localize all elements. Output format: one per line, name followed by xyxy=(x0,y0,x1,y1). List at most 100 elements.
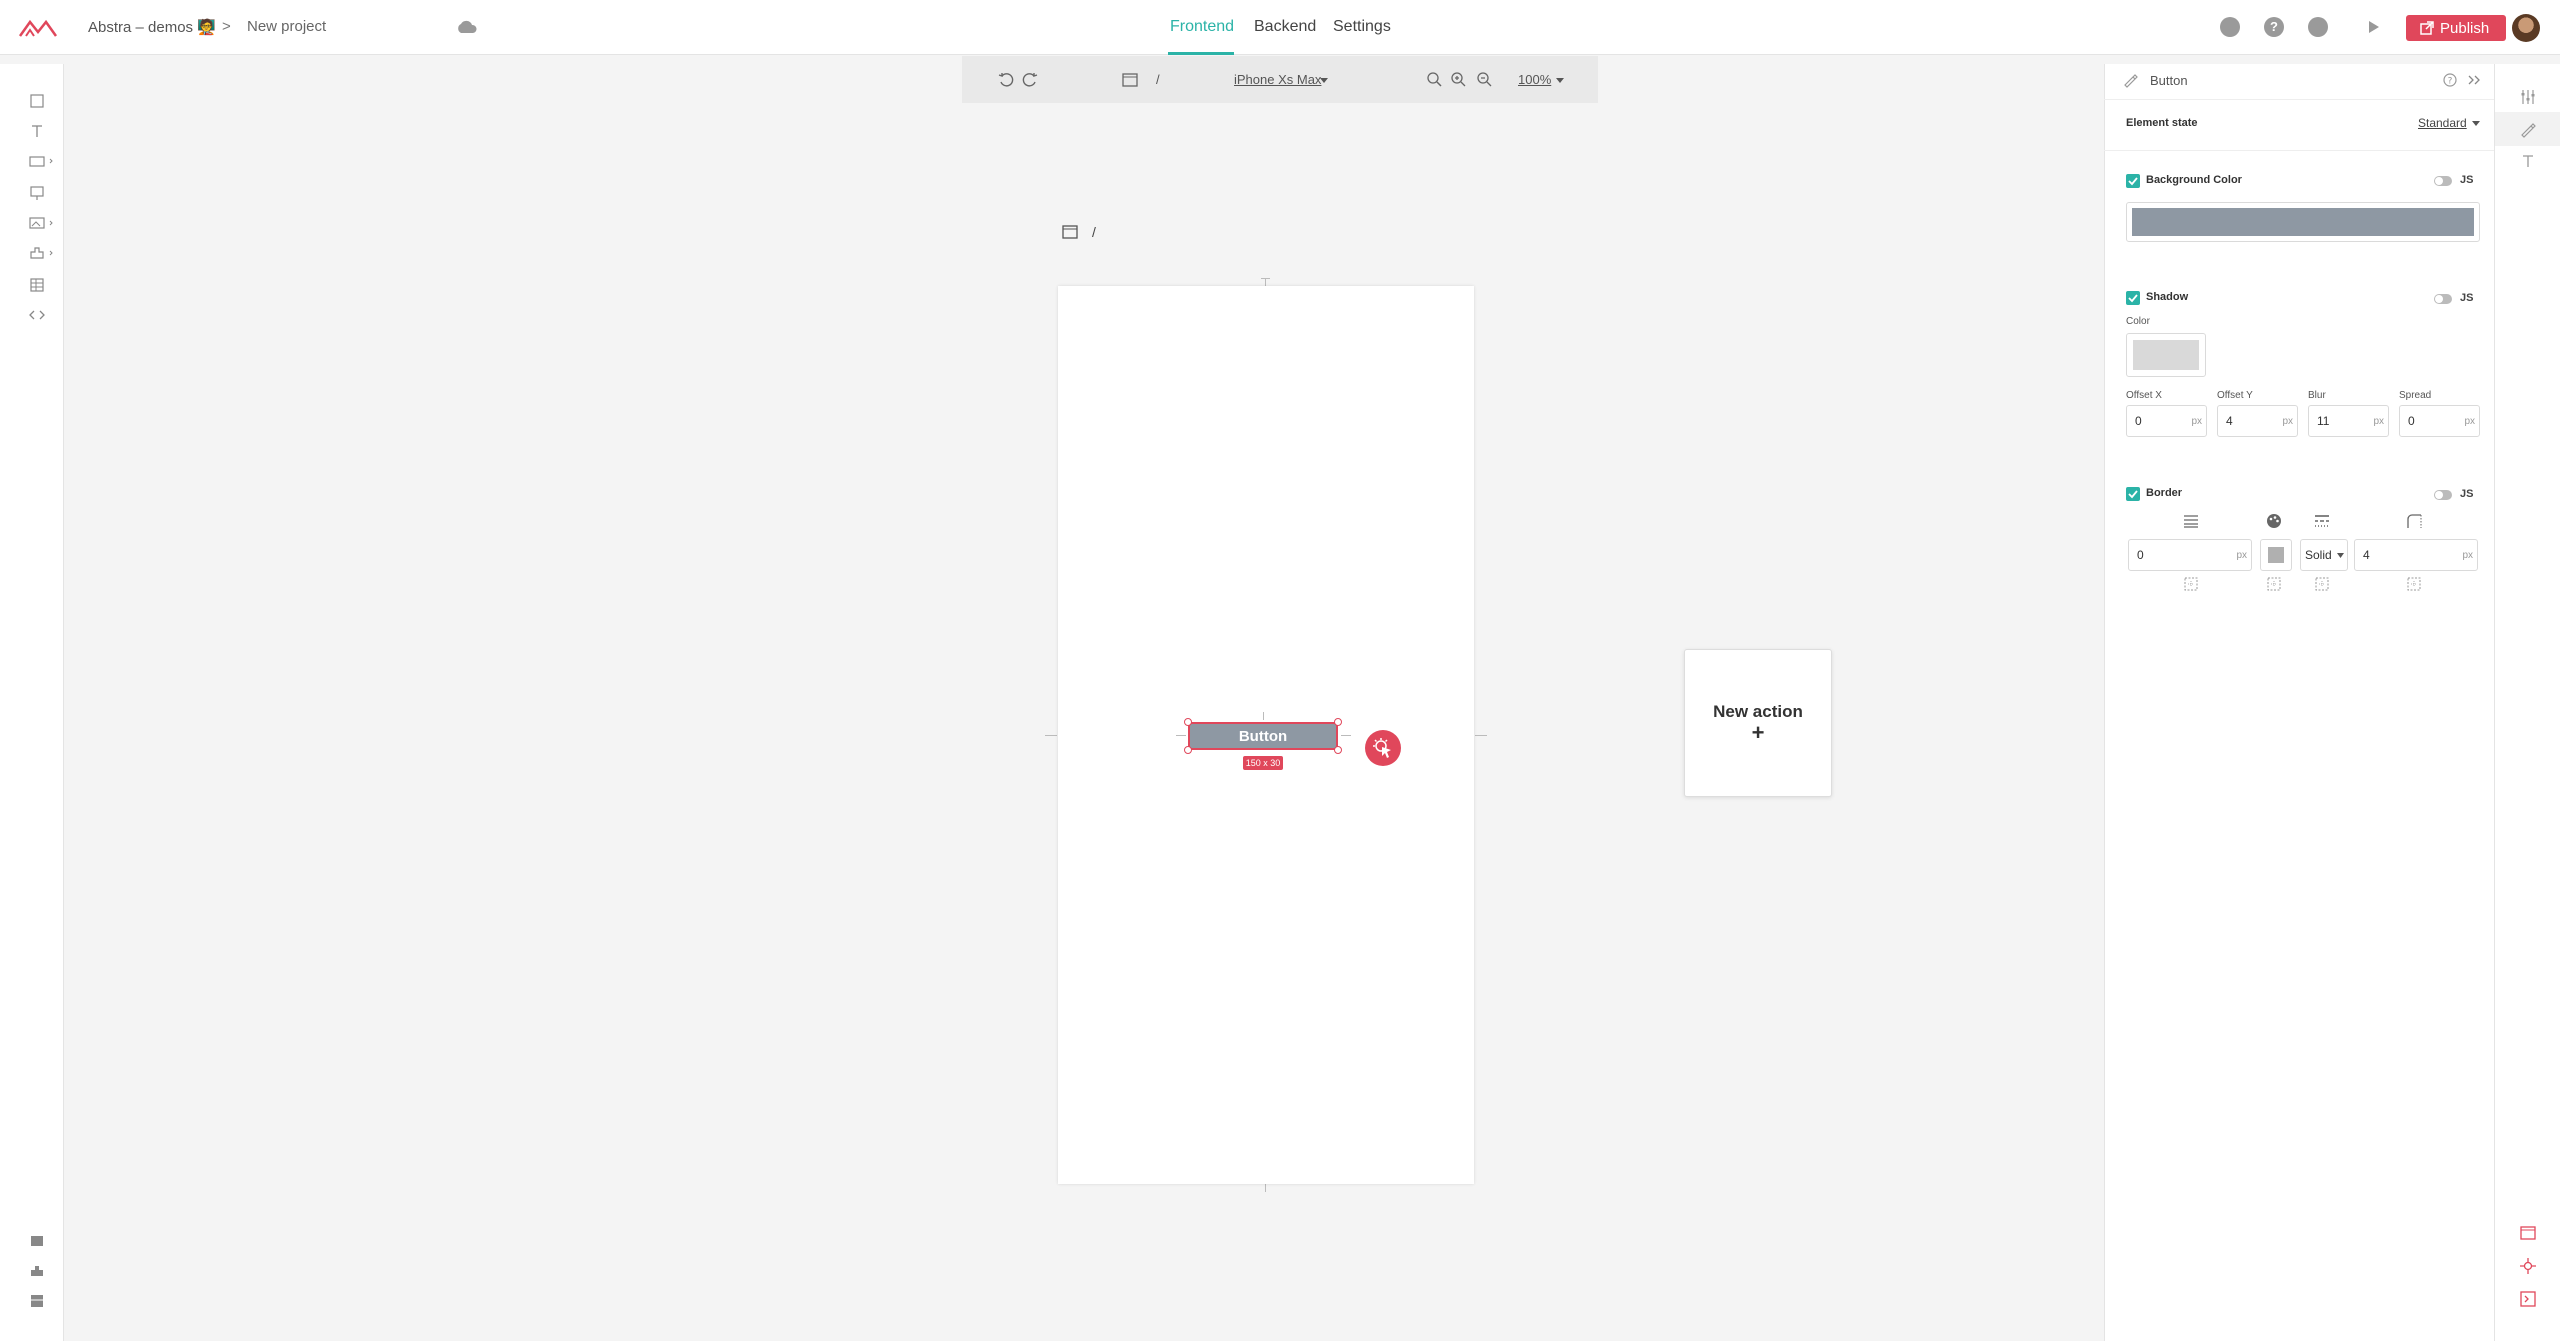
resize-handle-tr[interactable] xyxy=(1334,718,1342,726)
plugins-icon[interactable] xyxy=(28,244,56,262)
left-toolbar xyxy=(0,64,64,1341)
stop-icon[interactable] xyxy=(2220,17,2240,37)
shadow-js-label: JS xyxy=(2460,292,2474,304)
shadow-checkbox[interactable] xyxy=(2126,291,2140,305)
style-brush-icon[interactable] xyxy=(2519,120,2537,138)
play-icon[interactable] xyxy=(2368,20,2380,34)
background-color-picker[interactable] xyxy=(2126,202,2480,242)
collapse-panel-icon[interactable] xyxy=(2466,72,2482,88)
guide-top xyxy=(1265,278,1266,286)
page-path[interactable]: / xyxy=(1156,72,1160,87)
frame-icon xyxy=(1062,225,1078,239)
border-radius-input[interactable]: 4 px xyxy=(2354,539,2478,571)
border-checkbox[interactable] xyxy=(2126,487,2140,501)
blur-input[interactable]: 11 px xyxy=(2308,405,2389,437)
border-color-sides-icon[interactable] xyxy=(2266,576,2282,592)
border-style-sides-icon[interactable] xyxy=(2314,576,2330,592)
check-icon xyxy=(2128,490,2138,499)
tab-backend[interactable]: Backend xyxy=(1254,18,1316,36)
spread-value: 0 xyxy=(2408,414,2415,428)
guide-left xyxy=(1045,735,1057,736)
selected-button[interactable]: Button xyxy=(1188,722,1338,750)
shadow-label: Shadow xyxy=(2146,291,2189,303)
shadow-color-picker[interactable] xyxy=(2126,333,2206,377)
add-action-button[interactable] xyxy=(1365,730,1401,766)
guide-top-cap xyxy=(1261,278,1270,279)
publish-button[interactable]: Publish xyxy=(2406,15,2506,41)
chevron-down-icon[interactable] xyxy=(2472,121,2480,126)
shadow-js-toggle[interactable] xyxy=(2434,294,2452,304)
move-crosshair-icon[interactable] xyxy=(2519,1257,2537,1275)
border-sides-icon[interactable] xyxy=(2183,576,2199,592)
border-js-label: JS xyxy=(2460,488,2474,500)
page-name[interactable]: New project xyxy=(247,18,326,35)
border-style-select[interactable]: Solid xyxy=(2300,539,2348,571)
preview-icon[interactable] xyxy=(2308,17,2328,37)
input-icon[interactable] xyxy=(28,152,56,170)
typography-icon[interactable] xyxy=(2519,152,2537,170)
canvas-toolbar: / iPhone Xs Max 100% xyxy=(962,56,1598,103)
background-color-checkbox[interactable] xyxy=(2126,174,2140,188)
background-js-toggle[interactable] xyxy=(2434,176,2452,186)
frame-breadcrumb: / xyxy=(1062,224,1096,240)
frame-outline-icon[interactable] xyxy=(2519,1224,2537,1242)
help-circle-icon[interactable]: ? xyxy=(2442,72,2458,88)
pointer-click-icon xyxy=(1373,738,1391,758)
blur-value: 11 xyxy=(2317,414,2330,428)
device-select[interactable]: iPhone Xs Max xyxy=(1234,72,1321,87)
offset-x-unit: px xyxy=(2191,416,2202,427)
element-state-select[interactable]: Standard xyxy=(2418,116,2467,130)
zoom-dropdown-icon[interactable] xyxy=(1556,78,1564,83)
panel-header-divider xyxy=(2104,99,2494,100)
border-color-picker[interactable] xyxy=(2260,539,2292,571)
display-icon[interactable] xyxy=(28,184,46,202)
border-js-toggle[interactable] xyxy=(2434,490,2452,500)
tab-frontend[interactable]: Frontend xyxy=(1170,18,1234,36)
pages-icon[interactable] xyxy=(28,1232,46,1250)
border-style-icon xyxy=(2315,515,2329,527)
project-name[interactable]: Abstra – demos 🧑‍🏫 xyxy=(88,18,216,36)
zoom-fit-icon[interactable] xyxy=(1426,71,1442,87)
blur-label: Blur xyxy=(2308,390,2326,401)
device-dropdown-icon[interactable] xyxy=(1320,78,1328,83)
components-icon[interactable] xyxy=(28,1262,46,1280)
offset-y-input[interactable]: 4 px xyxy=(2217,405,2298,437)
shadow-color-swatch xyxy=(2133,340,2199,370)
zoom-in-icon[interactable] xyxy=(1450,71,1466,87)
button-guide-right xyxy=(1341,735,1351,736)
page-frame-icon[interactable] xyxy=(1122,72,1138,88)
border-radius-corners-icon[interactable] xyxy=(2406,576,2422,592)
cloud-sync-icon xyxy=(458,20,477,33)
user-avatar[interactable] xyxy=(2512,14,2540,42)
spread-input[interactable]: 0 px xyxy=(2399,405,2480,437)
redo-icon[interactable] xyxy=(1022,72,1038,88)
zoom-out-icon[interactable] xyxy=(1476,71,1492,87)
panel-title: Button xyxy=(2150,73,2188,88)
offset-x-input[interactable]: 0 px xyxy=(2126,405,2207,437)
image-icon[interactable] xyxy=(28,214,56,232)
resize-handle-tl[interactable] xyxy=(1184,718,1192,726)
console-icon[interactable] xyxy=(2519,1290,2537,1308)
help-icon[interactable]: ? xyxy=(2264,17,2284,37)
properties-panel xyxy=(2104,64,2494,1341)
resize-handle-br[interactable] xyxy=(1334,746,1342,754)
code-icon[interactable] xyxy=(28,306,46,324)
top-header: Abstra – demos 🧑‍🏫 > New project Fronten… xyxy=(0,0,2560,55)
tab-active-indicator xyxy=(1168,52,1234,55)
resize-handle-bl[interactable] xyxy=(1184,746,1192,754)
layers-icon[interactable] xyxy=(28,1292,46,1310)
container-icon[interactable] xyxy=(28,92,46,110)
table-icon[interactable] xyxy=(28,276,46,294)
border-color-swatch xyxy=(2268,547,2284,563)
palette-icon xyxy=(2267,514,2281,528)
text-icon[interactable] xyxy=(28,122,46,140)
tab-settings[interactable]: Settings xyxy=(1333,18,1391,36)
zoom-select[interactable]: 100% xyxy=(1518,72,1551,87)
sliders-icon[interactable] xyxy=(2519,88,2537,106)
offset-x-value: 0 xyxy=(2135,414,2142,428)
abstra-logo-icon[interactable] xyxy=(18,18,58,38)
background-color-swatch xyxy=(2132,208,2474,236)
undo-icon[interactable] xyxy=(998,72,1014,88)
border-width-input[interactable]: 0 px xyxy=(2128,539,2252,571)
new-action-card[interactable]: New action + xyxy=(1684,649,1832,797)
